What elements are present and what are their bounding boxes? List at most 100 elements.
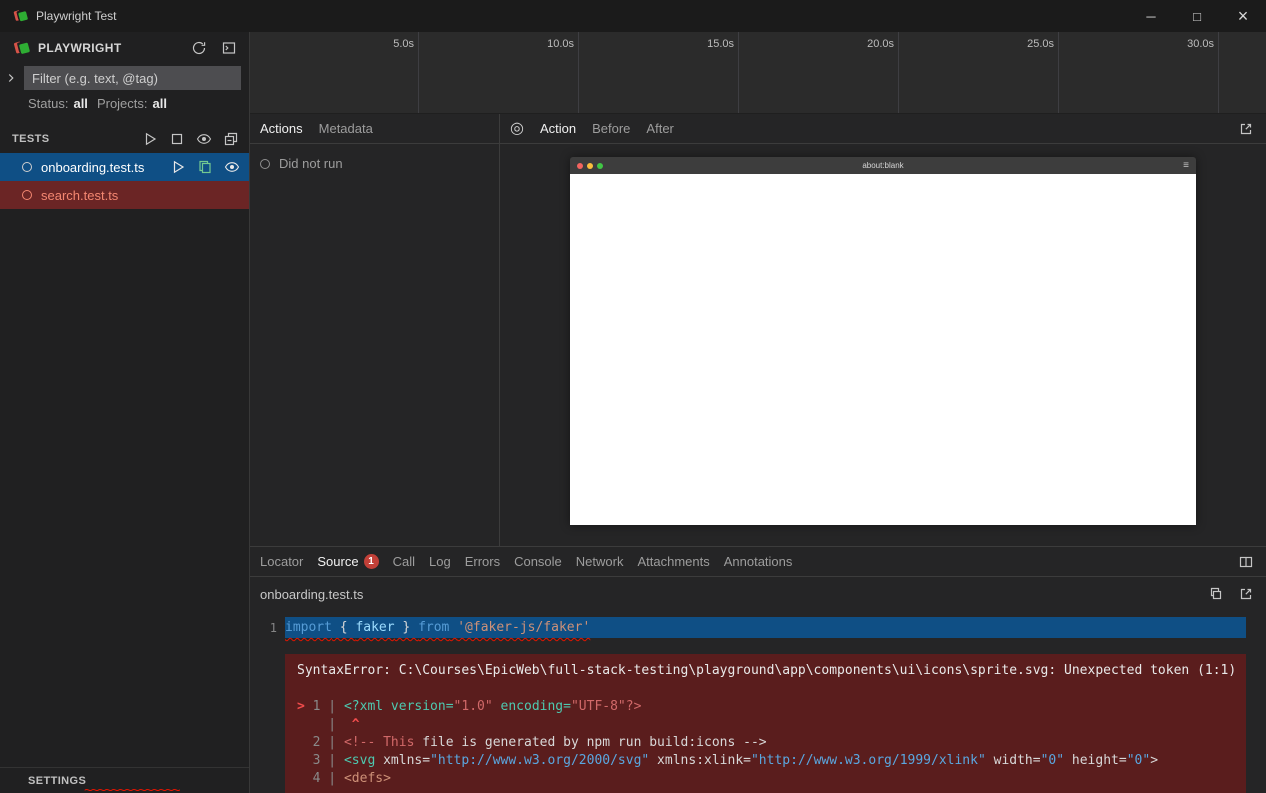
actions-list: Did not run [250,144,499,546]
filter-input[interactable] [24,66,241,90]
details-panel: Locator Source 1 Call Log Errors Console… [250,546,1266,793]
projects-filter-value[interactable]: all [153,96,167,111]
test-name: search.test.ts [41,188,118,203]
close-button[interactable]: × [1220,0,1266,32]
tab-source-label: Source [317,554,358,569]
error-message: SyntaxError: C:\Courses\EpicWeb\full-sta… [297,662,1234,680]
error-count-badge: 1 [364,554,379,569]
chevron-right-icon[interactable] [0,71,22,85]
main-area: 5.0s 10.0s 15.0s 20.0s 25.0s 30.0s Actio… [250,32,1266,793]
details-tabbar: Locator Source 1 Call Log Errors Console… [250,547,1266,577]
watch-all-button[interactable] [194,129,214,149]
timeline-segment: 30.0s [1059,32,1219,113]
error-frame-line-3: 3 | <svg xmlns="http://www.w3.org/2000/s… [297,752,1234,770]
close-icon: × [1238,6,1249,27]
timeline-segment: 5.0s [250,32,419,113]
snapshot-panel: ◎ Action Before After about:blank ≡ [500,114,1266,546]
sidebar: PLAYWRIGHT Status: all Projects: all TES… [0,32,250,793]
tests-section-title: TESTS [12,133,49,145]
error-frame-line-4: 4 | <defs> [297,770,1234,788]
tab-log[interactable]: Log [429,554,451,569]
projects-label: Projects: [97,96,148,111]
test-name: onboarding.test.ts [41,160,144,175]
status-circle-icon [260,159,270,169]
timeline[interactable]: 5.0s 10.0s 15.0s 20.0s 25.0s 30.0s [250,32,1266,114]
tab-action[interactable]: Action [540,121,576,136]
settings-section-header[interactable]: SETTINGS [0,767,249,793]
timeline-segment: 20.0s [739,32,899,113]
test-item-search[interactable]: search.test.ts [0,181,249,209]
open-snapshot-external-button[interactable] [1236,119,1256,139]
timeline-tick-label: 15.0s [707,38,734,50]
tab-network[interactable]: Network [576,554,624,569]
window-title: Playwright Test [36,9,116,23]
traffic-lights-icon [577,163,617,169]
maximize-button[interactable]: □ [1174,0,1220,32]
error-frame-line-2: 2 | <!-- This file is generated by npm r… [297,734,1234,752]
window-controls: ─ □ × [1128,0,1266,32]
pick-locator-icon[interactable]: ◎ [510,121,524,137]
did-not-run-row: Did not run [250,144,499,183]
error-frame-line-1: > 1 | <?xml version="1.0" encoding="UTF-… [297,698,1234,716]
status-summary: Status: all Projects: all [0,92,249,117]
minimize-button[interactable]: ─ [1128,0,1174,32]
timeline-tick-label: 20.0s [867,38,894,50]
timeline-tick-label: 5.0s [393,38,414,50]
tab-after[interactable]: After [646,121,673,136]
minimize-icon: ─ [1146,9,1155,24]
timeline-segment: 25.0s [899,32,1059,113]
copy-icon[interactable] [1206,584,1226,604]
timeline-segment [1219,32,1266,113]
line-number: 1 [258,621,277,635]
source-line-1: 1 import { faker } from '@faker-js/faker… [258,617,1246,638]
run-test-button[interactable] [169,157,187,177]
sidebar-title: PLAYWRIGHT [38,41,122,55]
source-line-content: import { faker } from '@faker-js/faker' [285,617,1246,638]
status-filter-value[interactable]: all [73,96,87,111]
did-not-run-label: Did not run [279,156,343,171]
tab-errors[interactable]: Errors [465,554,500,569]
source-view[interactable]: 1 import { faker } from '@faker-js/faker… [250,611,1266,793]
syntax-error-panel: SyntaxError: C:\Courses\EpicWeb\full-sta… [285,654,1246,793]
collapse-all-button[interactable] [221,129,241,149]
actions-tabbar: Actions Metadata [250,114,499,144]
reload-tests-button[interactable] [189,38,209,58]
test-item-onboarding[interactable]: onboarding.test.ts [0,153,249,181]
snapshot-page [570,174,1196,525]
tab-before[interactable]: Before [592,121,630,136]
test-status-circle-icon [22,190,32,200]
timeline-tick-label: 10.0s [547,38,574,50]
tab-call[interactable]: Call [393,554,415,569]
tab-console[interactable]: Console [514,554,562,569]
status-label: Status: [28,96,68,111]
run-all-tests-button[interactable] [140,129,160,149]
playwright-logo-icon [12,8,28,24]
tab-metadata[interactable]: Metadata [319,121,373,136]
browser-snapshot-window: about:blank ≡ [570,157,1196,525]
timeline-segment: 10.0s [419,32,579,113]
address-bar: about:blank [617,161,1149,170]
watch-test-button[interactable] [223,157,241,177]
toggle-output-button[interactable] [219,38,239,58]
tab-source[interactable]: Source 1 [317,554,378,569]
snapshot-viewport: about:blank ≡ [500,144,1266,546]
stop-button[interactable] [167,129,187,149]
source-file-name: onboarding.test.ts [260,587,363,602]
snapshot-tabbar: ◎ Action Before After [500,114,1266,144]
actions-panel: Actions Metadata Did not run [250,114,500,546]
titlebar: Playwright Test ─ □ × [0,0,1266,32]
playwright-logo-icon [12,39,30,57]
error-frame-caret-line: | ^ [297,716,1234,734]
filter-row [0,64,249,92]
tab-annotations[interactable]: Annotations [724,554,793,569]
tests-section-header: TESTS [0,125,249,153]
open-source-button[interactable] [196,157,214,177]
toggle-split-view-button[interactable] [1236,552,1256,572]
tab-actions[interactable]: Actions [260,121,303,136]
tab-locator[interactable]: Locator [260,554,303,569]
open-in-editor-icon[interactable] [1236,584,1256,604]
timeline-tick-label: 25.0s [1027,38,1054,50]
playwright-ui-window: Playwright Test ─ □ × PLAYWRIGHT [0,0,1266,793]
tab-attachments[interactable]: Attachments [637,554,709,569]
timeline-tick-label: 30.0s [1187,38,1214,50]
